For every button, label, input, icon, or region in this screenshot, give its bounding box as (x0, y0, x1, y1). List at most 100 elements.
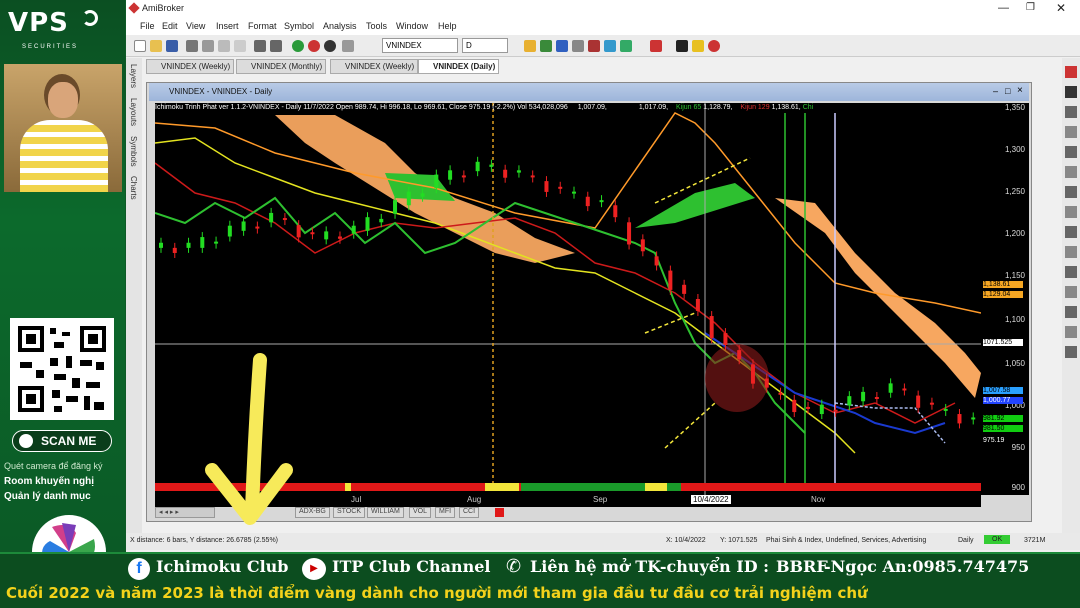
stop-icon[interactable] (308, 40, 320, 52)
candle-body (723, 333, 728, 346)
candle-body (819, 404, 824, 415)
kijun129-line (154, 112, 982, 314)
help-icon[interactable] (708, 40, 720, 52)
candle-body (709, 316, 714, 339)
menu-file[interactable]: File (140, 21, 155, 31)
tool-cursor-icon[interactable] (1065, 86, 1077, 98)
open-icon[interactable] (150, 40, 162, 52)
trend-ribbon-yellow-2 (485, 483, 519, 491)
menu-window[interactable]: Window (396, 21, 428, 31)
candle-body (172, 247, 177, 253)
candle-body (516, 170, 521, 173)
side-tab-charts[interactable]: Charts (129, 176, 138, 200)
tab-vnindex-daily[interactable]: VNINDEX (Daily) (418, 59, 500, 74)
tool-gann-icon[interactable] (1065, 286, 1077, 298)
redo-icon[interactable] (270, 40, 282, 52)
menu-help[interactable]: Help (438, 21, 457, 31)
tool-line-icon[interactable] (1065, 106, 1077, 118)
price-axis[interactable]: 1,350 1,300 1,250 1,200 1,150 1,100 1,05… (981, 103, 1029, 495)
indicator-tab-vol[interactable]: VOL (409, 507, 432, 518)
crosshair-icon[interactable] (604, 40, 616, 52)
menu-analysis[interactable]: Analysis (323, 21, 357, 31)
indicator-tab-cci[interactable]: CCI (459, 507, 480, 518)
indicator-tab-william[interactable]: WILLIAM (367, 507, 404, 518)
info-icon[interactable] (324, 40, 336, 52)
tool-delete-icon[interactable] (1065, 346, 1077, 358)
qr-code[interactable] (10, 318, 114, 420)
save-icon[interactable] (166, 40, 178, 52)
bar-chart-icon[interactable] (524, 40, 536, 52)
x-tick: Aug (467, 495, 482, 504)
tool-rect-icon[interactable] (1065, 186, 1077, 198)
chart-info-line: Ichimoku Trinh Phat ver 1.1.2-VNINDEX - … (155, 104, 813, 111)
side-tab-layers[interactable]: Layers (129, 64, 138, 88)
candle-body (957, 414, 962, 424)
grid-icon[interactable] (620, 40, 632, 52)
line-chart-icon[interactable] (540, 40, 552, 52)
yellow-down-arrow-icon (205, 353, 293, 525)
tab-vnindex-weekly-2[interactable]: VNINDEX (Weekly) (330, 59, 419, 74)
price-tag: 1,007.58 (983, 387, 1023, 394)
tool-arrow-icon[interactable] (1065, 246, 1077, 258)
copy-icon[interactable] (218, 40, 230, 52)
y-tick: 1,350 (1004, 103, 1025, 112)
symbol-list-icon[interactable] (342, 40, 354, 52)
candle-icon[interactable] (556, 40, 568, 52)
y-tick: 1,300 (1004, 145, 1025, 154)
interval-combobox[interactable]: D (462, 38, 508, 53)
candle-body (792, 399, 797, 413)
tool-cycle-icon[interactable] (1065, 266, 1077, 278)
color-pen-icon[interactable] (650, 40, 662, 52)
tab-vnindex-monthly[interactable]: VNINDEX (Monthly) (236, 59, 327, 74)
chart-close-icon[interactable]: × (1017, 85, 1023, 96)
candle-body (461, 175, 466, 178)
undo-icon[interactable] (254, 40, 266, 52)
menu-edit[interactable]: Edit (162, 21, 178, 31)
close-icon[interactable]: ✕ (1056, 1, 1066, 15)
candle-body (269, 212, 274, 223)
new-icon[interactable] (134, 40, 146, 52)
minimize-icon[interactable]: — (998, 2, 1009, 14)
drawing-tools-bar (1062, 58, 1080, 536)
tool-text-icon[interactable] (1065, 226, 1077, 238)
menu-view[interactable]: View (186, 21, 205, 31)
chart-minimize-icon[interactable]: – (993, 86, 998, 96)
trend-ribbon-yellow-1 (345, 483, 351, 491)
paste-icon[interactable] (234, 40, 246, 52)
x-tick: Nov (811, 495, 826, 504)
symbol-combobox[interactable]: VNINDEX (382, 38, 458, 53)
tab-vnindex-weekly-1[interactable]: VNINDEX (Weekly) (146, 59, 235, 74)
menu-symbol[interactable]: Symbol (284, 21, 314, 31)
print-icon[interactable] (186, 40, 198, 52)
side-tab-symbols[interactable]: Symbols (129, 136, 138, 167)
price-tag: 981.92 (983, 415, 1023, 422)
side-tab-layouts[interactable]: Layouts (129, 98, 138, 126)
tool-color-icon[interactable] (1065, 66, 1077, 78)
zoom-icon[interactable] (572, 40, 584, 52)
indicator-color-icon[interactable] (495, 508, 504, 517)
indicator-tab-mfi[interactable]: MFI (435, 507, 456, 518)
tool-channel-icon[interactable] (1065, 146, 1077, 158)
pencil-icon[interactable] (692, 40, 704, 52)
menu-format[interactable]: Format (248, 21, 277, 31)
flag-icon[interactable] (588, 40, 600, 52)
chart-maximize-icon[interactable]: □ (1005, 86, 1010, 96)
draw-line-icon[interactable] (676, 40, 688, 52)
tool-ray-icon[interactable] (1065, 126, 1077, 138)
tool-regression-icon[interactable] (1065, 326, 1077, 338)
play-icon[interactable] (292, 40, 304, 52)
status-memory: 3721M (1024, 537, 1046, 544)
tool-fibo-icon[interactable] (1065, 166, 1077, 178)
candle-body (337, 236, 342, 239)
tool-pitchfork-icon[interactable] (1065, 306, 1077, 318)
menu-tools[interactable]: Tools (366, 21, 387, 31)
maximize-icon[interactable]: ❐ (1026, 2, 1035, 13)
cut-icon[interactable] (202, 40, 214, 52)
status-bar: X distance: 6 bars, Y distance: 26.6785 … (126, 533, 1080, 550)
tool-ellipse-icon[interactable] (1065, 206, 1077, 218)
trend-ribbon-red-3 (681, 483, 981, 491)
indicator-tab-stock[interactable]: STOCK (333, 507, 365, 518)
indicator-tab-adx-bg[interactable]: ADX-BG (295, 507, 330, 518)
phone-icon: ✆ (506, 556, 522, 576)
menu-insert[interactable]: Insert (216, 21, 239, 31)
